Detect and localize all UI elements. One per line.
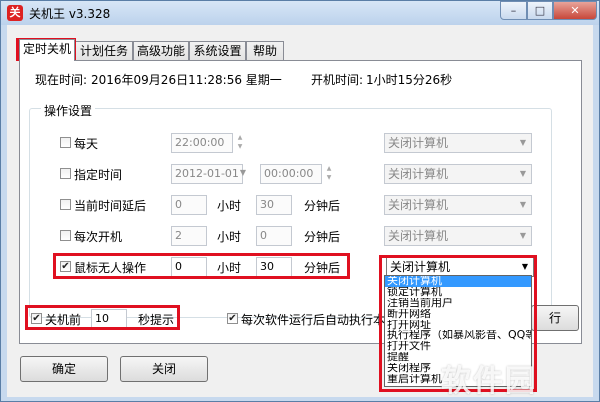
app-window: 关 关机王 v3.328 – □ ✕ 定时关机 计划任务 高级功能 系统设置 帮… (0, 0, 600, 402)
delay-hours-unit: 小时 (217, 199, 242, 213)
every-boot-label: 每次开机 (74, 230, 123, 244)
delay-action-value: 关闭计算机 (388, 198, 449, 212)
close-button[interactable]: 关闭 (120, 356, 208, 382)
uptime-label: 开机时间: (311, 73, 364, 87)
auto-exec-checkbox[interactable]: ✔ (227, 313, 238, 324)
current-time-label: 现在时间: (35, 73, 88, 87)
operations-group-title: 操作设置 (41, 102, 96, 119)
highlight-before-shutdown (25, 305, 180, 330)
every-day-action-select[interactable]: 关闭计算机 ▼ (384, 133, 532, 153)
every-day-time-input[interactable]: 22:00:00 (171, 133, 233, 153)
spin-up-icon: ▲ (237, 134, 243, 141)
delay-minutes-input[interactable]: 30 (256, 195, 292, 215)
app-power-icon: 关 (7, 5, 23, 21)
every-day-label: 每天 (74, 137, 99, 151)
tab-schedule[interactable]: 计划任务 (75, 41, 133, 60)
specified-time-input[interactable]: 00:00:00 (260, 164, 322, 184)
date-dropdown[interactable]: ▼ (240, 164, 247, 184)
every-boot-hours-unit: 小时 (217, 230, 242, 244)
specified-time-label: 指定时间 (74, 168, 123, 182)
every-day-time-spinner[interactable]: ▲ ▼ (233, 133, 247, 153)
every-boot-minutes-input[interactable]: 0 (256, 226, 292, 246)
chevron-down-icon: ▼ (519, 169, 527, 178)
spin-up-icon: ▲ (326, 165, 332, 172)
chevron-down-icon: ▼ (519, 231, 527, 240)
title-bar[interactable]: 关 关机王 v3.328 – □ ✕ (1, 1, 599, 25)
every-day-action-value: 关闭计算机 (388, 136, 449, 150)
tab-advanced[interactable]: 高级功能 (133, 41, 189, 60)
every-boot-action-select[interactable]: 关闭计算机 ▼ (384, 226, 532, 246)
ok-button[interactable]: 确定 (20, 356, 108, 382)
every-day-checkbox[interactable] (60, 137, 71, 148)
spin-down-icon: ▼ (237, 143, 243, 150)
current-time-value: 2016年09月26日11:28:56 星期一 (91, 73, 282, 87)
calendar-chevron-icon: ▼ (239, 168, 247, 177)
tab-help[interactable]: 帮助 (246, 41, 284, 60)
chevron-down-icon: ▼ (519, 138, 527, 147)
window-title: 关机王 v3.328 (29, 7, 111, 21)
specified-date-input[interactable]: 2012-01-01 (171, 164, 243, 184)
tab-system-settings[interactable]: 系统设置 (189, 41, 246, 60)
minimize-button[interactable]: – (500, 1, 527, 20)
run-now-button[interactable]: 行 (531, 305, 579, 331)
maximize-button[interactable]: □ (527, 1, 553, 20)
every-boot-action-value: 关闭计算机 (388, 229, 449, 243)
watermark-logo: 软件园 (441, 364, 537, 399)
specified-time-action-select[interactable]: 关闭计算机 ▼ (384, 164, 532, 184)
specified-time-checkbox[interactable] (60, 168, 71, 179)
delay-checkbox[interactable] (60, 199, 71, 210)
spin-down-icon: ▼ (326, 174, 332, 181)
every-boot-minutes-unit: 分钟后 (304, 230, 341, 244)
specified-time-action-value: 关闭计算机 (388, 167, 449, 181)
delay-label: 当前时间延后 (74, 199, 147, 213)
delay-action-select[interactable]: 关闭计算机 ▼ (384, 195, 532, 215)
delay-minutes-unit: 分钟后 (304, 199, 341, 213)
auto-exec-label: 每次软件运行后自动执行本页 (241, 313, 398, 327)
chevron-down-icon: ▼ (519, 200, 527, 209)
delay-hours-input[interactable]: 0 (171, 195, 207, 215)
uptime-value: 1小时15分26秒 (366, 73, 453, 87)
highlight-mouse-idle-row (53, 253, 350, 279)
specified-time-spinner[interactable]: ▲ ▼ (322, 164, 336, 184)
every-boot-hours-input[interactable]: 2 (171, 226, 207, 246)
close-window-button[interactable]: ✕ (553, 1, 597, 20)
every-boot-checkbox[interactable] (60, 230, 71, 241)
tab-timed-shutdown[interactable]: 定时关机 (19, 39, 75, 61)
